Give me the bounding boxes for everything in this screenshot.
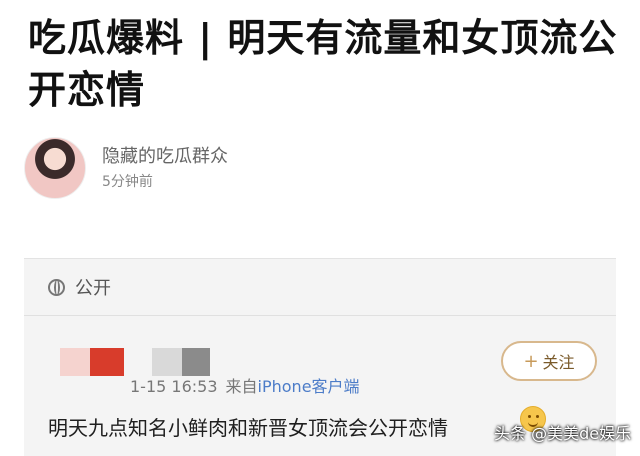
post-device[interactable]: iPhone客户端 bbox=[258, 377, 360, 396]
censor-block bbox=[182, 348, 210, 376]
censored-user-name bbox=[60, 348, 210, 376]
globe-icon bbox=[48, 278, 65, 296]
censor-block bbox=[152, 348, 182, 376]
post-date: 1-15 16:53 bbox=[130, 377, 218, 396]
posted-time: 5分钟前 bbox=[102, 174, 153, 190]
follow-button[interactable]: + 关注 bbox=[501, 341, 597, 381]
post-text: 明天九点知名小鲜肉和新晋女顶流会公开恋情 bbox=[48, 416, 448, 440]
post-meta: 1-15 16:53 来自iPhone客户端 bbox=[130, 373, 360, 397]
censor-block bbox=[60, 348, 90, 376]
visibility-row: 公开 bbox=[48, 259, 111, 315]
watermark: 头条 @美美de娱乐 bbox=[494, 424, 632, 443]
visibility-label: 公开 bbox=[75, 278, 111, 299]
author-name[interactable]: 隐藏的吃瓜群众 bbox=[102, 144, 228, 170]
article-headline: 吃瓜爆料 | 明天有流量和女顶流公开恋情 bbox=[28, 16, 618, 112]
post-from-label: 来自 bbox=[225, 377, 258, 396]
author-meta: 隐藏的吃瓜群众 5分钟前 bbox=[102, 144, 228, 192]
plus-icon: + bbox=[523, 350, 539, 372]
divider bbox=[24, 315, 616, 316]
follow-label: 关注 bbox=[542, 353, 575, 372]
censor-block bbox=[90, 348, 124, 376]
author-row: 隐藏的吃瓜群众 5分钟前 bbox=[24, 137, 228, 199]
avatar[interactable] bbox=[24, 137, 86, 199]
